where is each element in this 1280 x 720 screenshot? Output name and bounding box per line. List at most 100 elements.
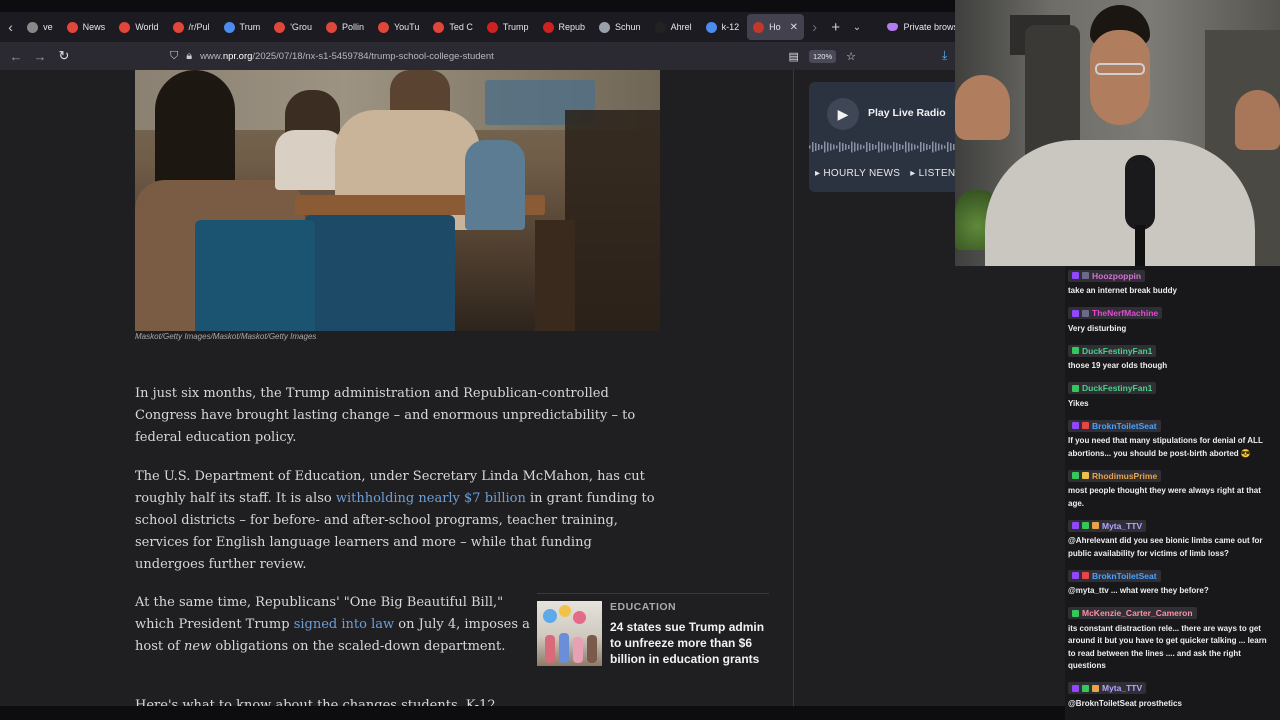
play-live-radio-label[interactable]: Play Live Radio — [868, 107, 946, 119]
zoom-level[interactable]: 120% — [808, 49, 837, 63]
bookmark-star-icon[interactable]: ☆ — [846, 50, 856, 63]
chat-user-header[interactable]: BroknToiletSeat — [1068, 419, 1161, 432]
chat-badge-icon — [1072, 684, 1079, 692]
withholding-funds-link[interactable]: withholding nearly $7 billion — [336, 491, 526, 506]
browser-tab[interactable]: Ahrel — [649, 14, 698, 40]
play-icon[interactable]: ▶ — [827, 98, 859, 130]
reader-view-icon[interactable]: ▤ — [789, 50, 799, 63]
chat-username[interactable]: Myta_TTV — [1102, 683, 1142, 693]
chat-user-header[interactable]: RhodimusPrime — [1068, 469, 1162, 482]
chat-user-header[interactable]: DuckFestinyFan1 — [1068, 382, 1157, 394]
browser-tab[interactable]: News — [61, 14, 112, 40]
chat-username[interactable]: DuckFestinyFan1 — [1082, 383, 1152, 393]
hourly-news-link[interactable]: ▸ HOURLY NEWS — [815, 168, 900, 179]
browser-tab[interactable]: k-12 — [700, 14, 746, 40]
listen-live-link[interactable]: ▸ LISTEN LI — [910, 168, 959, 179]
tab-favicon-icon — [223, 21, 235, 33]
tab-label: ve — [43, 22, 53, 32]
paragraph-1: In just six months, the Trump administra… — [135, 386, 636, 445]
chat-user-header[interactable]: DuckFestinyFan1 — [1068, 344, 1157, 357]
browser-tab[interactable]: YouTu — [372, 14, 425, 40]
chat-username[interactable]: RhodimusPrime — [1092, 471, 1157, 481]
bottom-strip — [0, 706, 1065, 720]
browser-tab[interactable]: Ted C — [427, 14, 479, 40]
tab-scroll-left-icon[interactable]: ‹ — [0, 12, 21, 42]
chat-user-header[interactable]: Myta_TTV — [1068, 519, 1147, 532]
chat-badge-icon — [1072, 309, 1079, 317]
chat-username[interactable]: Myta_TTV — [1102, 521, 1142, 531]
chat-badge-icon — [1072, 272, 1079, 279]
waveform-bar — [878, 141, 880, 153]
tracking-protection-icon[interactable]: ⛉ — [170, 50, 178, 63]
address-bar[interactable]: ⛉ 🔒︎ www.npr.org/2025/07/18/nx-s1-545978… — [164, 45, 864, 67]
browser-tab[interactable]: Trump — [481, 14, 535, 40]
new-tab-icon[interactable]: + — [825, 12, 846, 42]
tab-favicon-icon — [705, 21, 717, 33]
waveform-bar — [890, 145, 892, 149]
tab-favicon-icon — [377, 21, 389, 33]
chat-message: DuckFestinyFan1 Yikes — [1068, 379, 1280, 411]
browser-tab[interactable]: ve — [21, 14, 59, 40]
browser-tab[interactable]: World — [113, 14, 164, 40]
waveform-bar — [836, 145, 838, 149]
tab-label: 'Grou — [290, 22, 312, 32]
chat-badge-icon — [1072, 572, 1079, 579]
browser-tab[interactable]: Schun — [593, 14, 647, 40]
private-browsing-label: Private browsi — [903, 22, 960, 32]
tab-label: Ted C — [449, 22, 473, 32]
tab-label: Ho — [769, 22, 781, 32]
related-story-title[interactable]: 24 states sue Trump admin to unfreeze mo… — [610, 619, 769, 667]
list-tabs-icon[interactable]: ⌄ — [846, 12, 867, 42]
chat-username[interactable]: McKenzie_Carter_Cameron — [1082, 608, 1193, 618]
chat-message: DuckFestinyFan1 those 19 year olds though — [1068, 341, 1280, 373]
tab-scroll-right-icon[interactable]: › — [804, 12, 825, 42]
waveform-bar — [818, 144, 820, 150]
waveform-bar — [866, 142, 868, 152]
chat-user-header[interactable]: BroknToiletSeat — [1068, 569, 1161, 582]
related-story-card[interactable]: Education 24 states sue Trump admin to u… — [537, 593, 769, 667]
chat-username[interactable]: DuckFestinyFan1 — [1082, 346, 1152, 356]
chat-message-text: Yikes — [1068, 398, 1089, 408]
waveform-bar — [863, 145, 865, 149]
chat-message: Myta_TTV @BroknToiletSeat prosthetics — [1068, 679, 1280, 711]
chat-user-header[interactable]: TheNerfMachine — [1068, 307, 1163, 319]
chat-badge-icon — [1072, 384, 1079, 392]
tab-active[interactable]: Ho ✕ — [747, 14, 805, 40]
tab-list: ve News World/r/Pul Trum 'Grou Pollin YouTu Ted… — [21, 14, 805, 40]
tab-label: Schun — [615, 22, 641, 32]
signed-into-law-link[interactable]: signed into law — [294, 617, 394, 632]
related-story-text[interactable]: Education 24 states sue Trump admin to u… — [610, 601, 769, 667]
chat-username[interactable]: BroknToiletSeat — [1092, 421, 1157, 431]
browser-tab[interactable]: /r/Pul — [167, 14, 216, 40]
waveform-bar — [815, 143, 817, 151]
waveform-bar — [845, 144, 847, 150]
browser-tab[interactable]: Pollin — [320, 14, 370, 40]
chat-badge-icon — [1072, 347, 1079, 354]
related-story-thumbnail[interactable] — [537, 601, 602, 666]
chat-badge-icon — [1072, 609, 1079, 617]
url-text[interactable]: www.npr.org/2025/07/18/nx-s1-5459784/tru… — [200, 51, 494, 62]
chat-username[interactable]: Hoozpoppin — [1092, 271, 1141, 281]
reload-icon[interactable]: ↻ — [52, 42, 76, 70]
forward-icon[interactable]: → — [28, 42, 52, 70]
browser-tab[interactable]: Repub — [537, 14, 592, 40]
back-icon[interactable]: ← — [4, 42, 28, 70]
chat-user-header[interactable]: Hoozpoppin — [1068, 269, 1146, 282]
waveform-bar — [896, 143, 898, 151]
downloads-icon[interactable]: ⤓ — [942, 48, 947, 63]
chat-user-header[interactable]: McKenzie_Carter_Cameron — [1068, 607, 1197, 619]
chat-message: BroknToiletSeat If you need that many sti… — [1068, 416, 1280, 460]
waveform-bar — [857, 143, 859, 151]
related-story-category[interactable]: Education — [610, 601, 769, 613]
chat-user-header[interactable]: Myta_TTV — [1068, 682, 1147, 694]
browser-tab[interactable]: Trum — [218, 14, 267, 40]
lock-icon[interactable]: 🔒︎ — [186, 50, 192, 63]
chat-message: RhodimusPrime most people thought they we… — [1068, 466, 1280, 510]
chat-message: BroknToiletSeat @myta_ttv ... what were t… — [1068, 566, 1280, 598]
chat-badge-icon — [1082, 522, 1089, 529]
chat-username[interactable]: BroknToiletSeat — [1092, 571, 1157, 581]
browser-tab[interactable]: 'Grou — [268, 14, 318, 40]
close-tab-icon[interactable]: ✕ — [790, 22, 798, 33]
column-divider — [793, 70, 794, 706]
chat-username[interactable]: TheNerfMachine — [1092, 308, 1158, 318]
